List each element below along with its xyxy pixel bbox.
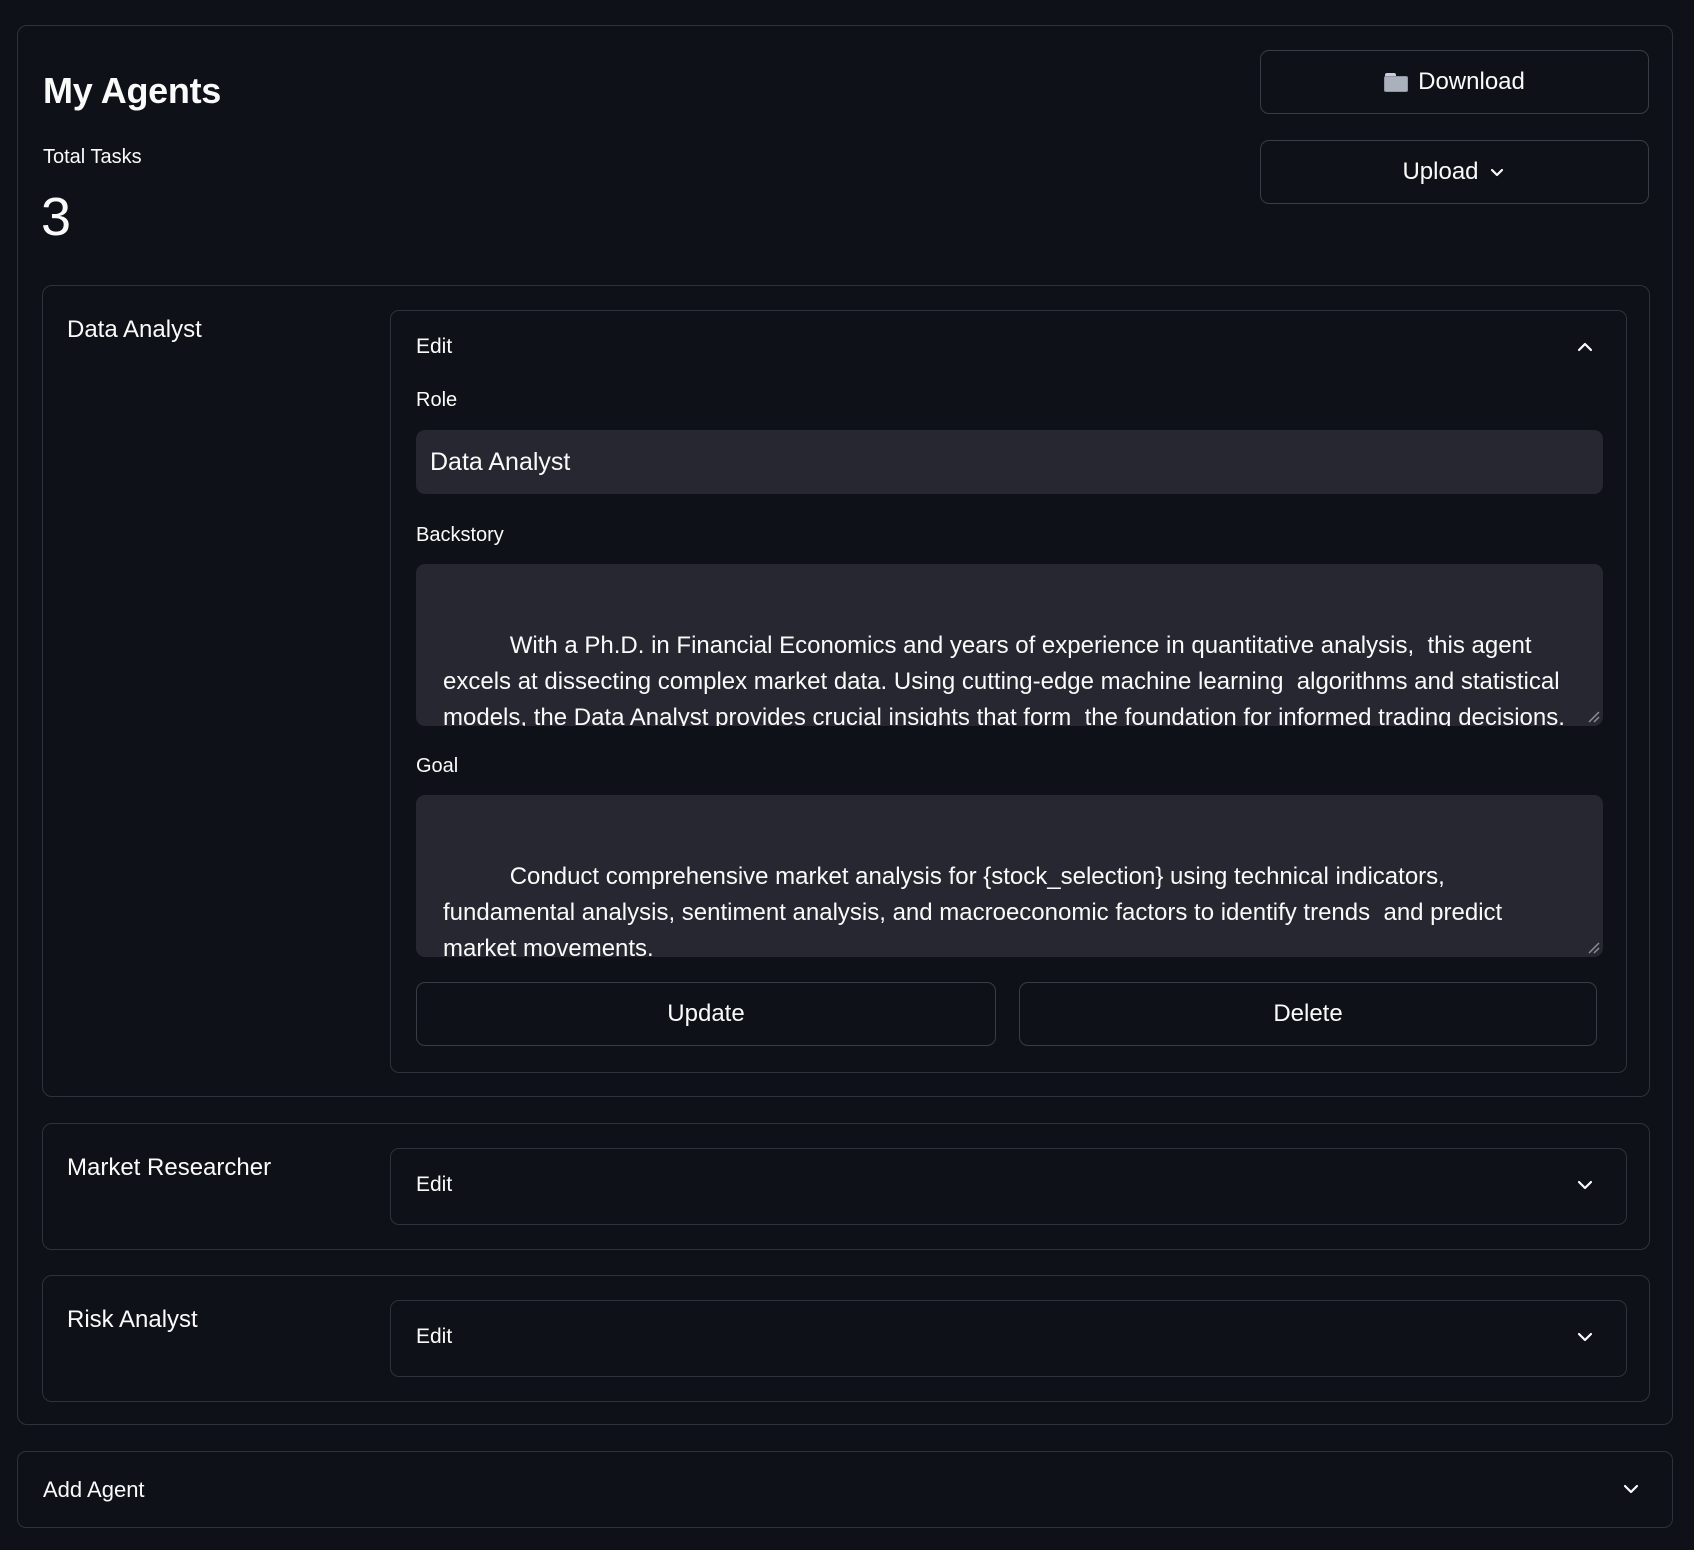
expander-title: Edit — [416, 1325, 453, 1348]
upload-button-label: Upload — [1402, 158, 1479, 185]
goal-text: Conduct comprehensive market analysis fo… — [443, 863, 1509, 957]
page-title: My Agents — [43, 70, 221, 111]
expander-title: Edit — [416, 1173, 453, 1196]
chevron-up-icon — [1577, 342, 1593, 352]
download-button[interactable]: Download — [1260, 50, 1649, 114]
download-button-label: Download — [1418, 68, 1525, 95]
agent-edit-expander[interactable]: Edit — [390, 1148, 1627, 1225]
expander-title: Edit — [416, 335, 453, 358]
agent-card-data-analyst: Data Analyst Edit Role Backstory With a … — [42, 285, 1650, 1097]
upload-button[interactable]: Upload — [1260, 140, 1649, 204]
agent-edit-expander: Edit Role Backstory With a Ph.D. in Fina… — [390, 310, 1627, 1073]
chevron-down-icon — [1577, 1332, 1593, 1342]
chevron-down-icon — [1577, 1180, 1593, 1190]
role-input[interactable] — [416, 430, 1603, 494]
chevron-down-icon — [1623, 1484, 1639, 1494]
resize-grip-icon[interactable] — [1586, 940, 1600, 954]
update-button[interactable]: Update — [416, 982, 996, 1046]
goal-textarea[interactable]: Conduct comprehensive market analysis fo… — [416, 795, 1603, 957]
role-label: Role — [416, 389, 458, 411]
chevron-down-icon — [1490, 168, 1503, 177]
agent-name: Data Analyst — [67, 316, 202, 343]
agent-card-risk-analyst: Risk Analyst Edit — [42, 1275, 1650, 1402]
agent-name: Risk Analyst — [67, 1306, 198, 1333]
agent-edit-expander[interactable]: Edit — [390, 1300, 1627, 1377]
add-agent-label: Add Agent — [43, 1477, 145, 1502]
agent-name: Market Researcher — [67, 1154, 272, 1181]
expander-header[interactable]: Edit — [391, 311, 1626, 385]
backstory-textarea[interactable]: With a Ph.D. in Financial Economics and … — [416, 564, 1603, 726]
page: My Agents Total Tasks 3 Download Upload … — [0, 0, 1694, 1550]
total-tasks-value: 3 — [41, 187, 72, 247]
agent-card-market-researcher: Market Researcher Edit — [42, 1123, 1650, 1250]
backstory-label: Backstory — [416, 524, 504, 546]
delete-button[interactable]: Delete — [1019, 982, 1597, 1046]
goal-label: Goal — [416, 755, 459, 777]
total-tasks-label: Total Tasks — [43, 146, 142, 168]
agents-container: My Agents Total Tasks 3 Download Upload … — [17, 25, 1673, 1425]
resize-grip-icon[interactable] — [1586, 709, 1600, 723]
folder-icon — [1384, 72, 1410, 92]
add-agent-expander[interactable]: Add Agent — [17, 1451, 1673, 1528]
backstory-text: With a Ph.D. in Financial Economics and … — [443, 632, 1567, 726]
